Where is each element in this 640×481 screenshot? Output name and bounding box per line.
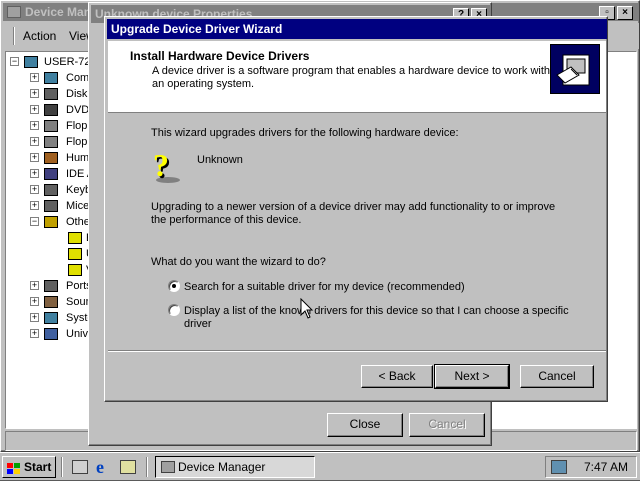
wizard-intro-text: This wizard upgrades drivers for the fol… bbox=[151, 127, 459, 139]
start-label: Start bbox=[24, 460, 52, 474]
device-category-icon bbox=[44, 296, 58, 308]
device-name: Unknown bbox=[197, 154, 243, 166]
expand-icon[interactable]: + bbox=[30, 137, 39, 146]
unknown-device-icon: ? ? bbox=[152, 147, 182, 185]
device-category-icon bbox=[44, 136, 58, 148]
start-button[interactable]: Start bbox=[2, 456, 56, 478]
network-icon[interactable] bbox=[551, 460, 567, 474]
internet-explorer-icon[interactable]: e bbox=[96, 458, 114, 476]
wizard-titlebar[interactable]: Upgrade Device Driver Wizard bbox=[107, 19, 607, 39]
tree-root-label: USER-72 bbox=[44, 56, 91, 68]
computer-icon bbox=[24, 56, 38, 68]
device-manager-task-icon bbox=[161, 461, 175, 473]
device-category-icon bbox=[44, 120, 58, 132]
taskbar: Start e Device Manager 7:47 AM bbox=[0, 452, 640, 480]
device-category-icon bbox=[44, 216, 58, 228]
tree-item-label: Othe bbox=[66, 216, 90, 228]
menu-action[interactable]: Action bbox=[23, 29, 56, 43]
properties-cancel-button: Cancel bbox=[409, 413, 485, 437]
wizard-header: Install Hardware Device Drivers A device… bbox=[108, 41, 606, 113]
properties-close-button[interactable]: Close bbox=[327, 413, 403, 437]
device-manager-icon bbox=[7, 6, 21, 18]
clock[interactable]: 7:47 AM bbox=[584, 460, 628, 474]
device-category-icon bbox=[44, 104, 58, 116]
device-category-icon bbox=[44, 168, 58, 180]
list-drivers-radio[interactable] bbox=[168, 304, 180, 316]
list-drivers-label[interactable]: Display a list of the known drivers for … bbox=[184, 305, 574, 331]
tree-item-label: Mice bbox=[66, 200, 90, 212]
mouse-cursor-icon bbox=[300, 297, 314, 320]
desktop-icon[interactable] bbox=[72, 460, 88, 474]
device-category-icon bbox=[44, 184, 58, 196]
device-manager-task-button[interactable]: Device Manager bbox=[155, 456, 315, 478]
device-manager-close-button[interactable]: × bbox=[617, 6, 633, 20]
windows-logo-icon bbox=[7, 461, 21, 474]
system-tray: 7:47 AM bbox=[545, 456, 637, 478]
menubar-divider bbox=[13, 27, 15, 45]
expand-icon[interactable]: + bbox=[30, 169, 39, 178]
next-button[interactable]: Next > bbox=[434, 364, 510, 389]
expand-icon[interactable]: + bbox=[30, 185, 39, 194]
device-category-icon bbox=[44, 72, 58, 84]
outlook-express-icon[interactable] bbox=[120, 460, 136, 474]
wizard-body: This wizard upgrades drivers for the fol… bbox=[108, 114, 606, 350]
search-driver-label[interactable]: Search for a suitable driver for my devi… bbox=[184, 281, 465, 294]
unknown-device-icon bbox=[68, 232, 82, 244]
wizard-title: Upgrade Device Driver Wizard bbox=[111, 22, 283, 36]
expand-icon[interactable]: + bbox=[30, 297, 39, 306]
collapse-icon[interactable]: − bbox=[30, 217, 39, 226]
wizard-question: What do you want the wizard to do? bbox=[151, 256, 326, 268]
device-category-icon bbox=[44, 312, 58, 324]
upgrade-description: Upgrading to a newer version of a device… bbox=[151, 201, 556, 226]
expand-icon[interactable]: + bbox=[30, 281, 39, 290]
search-driver-radio[interactable] bbox=[168, 280, 180, 292]
expand-icon[interactable]: + bbox=[30, 121, 39, 130]
device-category-icon bbox=[44, 200, 58, 212]
device-category-icon bbox=[44, 152, 58, 164]
device-category-icon bbox=[44, 88, 58, 100]
device-category-icon bbox=[44, 280, 58, 292]
device-category-icon bbox=[44, 328, 58, 340]
expand-icon[interactable]: + bbox=[30, 89, 39, 98]
expand-icon[interactable]: + bbox=[30, 313, 39, 322]
wizard-cancel-button[interactable]: Cancel bbox=[520, 365, 594, 388]
expand-icon[interactable]: + bbox=[30, 153, 39, 162]
svg-text:?: ? bbox=[153, 150, 169, 183]
expand-icon[interactable]: + bbox=[30, 105, 39, 114]
expand-icon[interactable]: + bbox=[30, 329, 39, 338]
unknown-device-icon bbox=[68, 248, 82, 260]
back-button[interactable]: < Back bbox=[361, 365, 433, 388]
upgrade-driver-wizard: Upgrade Device Driver Wizard Install Har… bbox=[104, 16, 608, 402]
quicklaunch-divider bbox=[61, 457, 63, 477]
hardware-wizard-icon bbox=[550, 44, 600, 94]
taskbar-divider bbox=[146, 457, 148, 477]
collapse-icon[interactable]: − bbox=[10, 57, 19, 66]
device-manager-task-label: Device Manager bbox=[178, 460, 266, 474]
expand-icon[interactable]: + bbox=[30, 73, 39, 82]
wizard-header-description: A device driver is a software program th… bbox=[152, 65, 551, 90]
expand-icon[interactable]: + bbox=[30, 201, 39, 210]
wizard-header-title: Install Hardware Device Drivers bbox=[130, 49, 310, 63]
unknown-device-icon bbox=[68, 264, 82, 276]
wizard-separator bbox=[108, 350, 606, 352]
